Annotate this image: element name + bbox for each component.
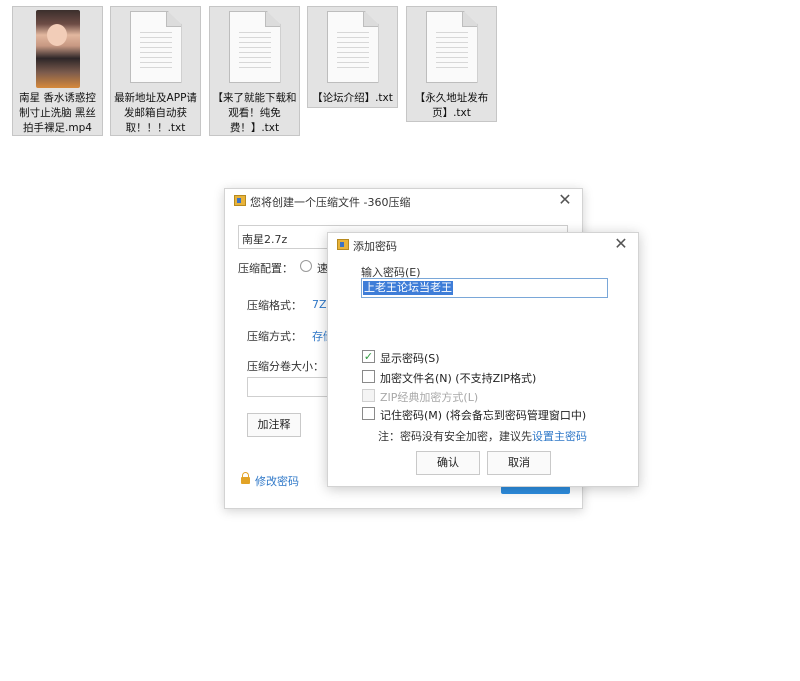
text-file-icon — [425, 11, 478, 83]
remember-password-checkbox[interactable] — [362, 407, 375, 420]
archive-app-icon — [234, 195, 246, 206]
compress-window-titlebar: 您将创建一个压缩文件 -360压缩 ✕ — [225, 189, 582, 213]
file-name: 【论坛介绍】.txt — [312, 92, 393, 104]
change-password-link[interactable]: 修改密码 — [255, 473, 299, 489]
file-name: 【来了就能下载和观看！纯免费！】.txt — [212, 92, 297, 134]
method-label: 压缩方式： — [247, 330, 302, 343]
file-name: 最新地址及APP请发邮箱自动获取！！！.txt — [114, 92, 197, 134]
file-video[interactable]: 南星 香水诱惑控制寸止洗脑 黑丝拍手裸足.mp4 — [12, 6, 103, 136]
lock-icon — [241, 472, 250, 484]
security-note-text: 注：密码没有安全加密，建议先 — [378, 430, 532, 443]
dialog-title: 添加密码 — [353, 240, 397, 253]
close-icon[interactable]: ✕ — [612, 235, 630, 253]
file-txt-3[interactable]: 【论坛介绍】.txt — [307, 6, 398, 108]
ok-button[interactable]: 确认 — [416, 451, 480, 475]
close-icon[interactable]: ✕ — [556, 191, 574, 209]
split-size-input[interactable] — [247, 377, 329, 397]
password-dialog-titlebar: 添加密码 ✕ — [328, 233, 638, 257]
split-label: 压缩分卷大小： — [247, 360, 324, 373]
file-txt-4[interactable]: 【永久地址发布页】.txt — [406, 6, 497, 122]
file-txt-2[interactable]: 【来了就能下载和观看！纯免费！】.txt — [209, 6, 300, 136]
text-file-icon — [228, 11, 281, 83]
show-password-checkbox[interactable]: ✓ — [362, 350, 375, 363]
video-thumbnail-icon — [35, 10, 80, 88]
password-input[interactable]: 上老王论坛当老王 — [361, 278, 608, 298]
encrypt-filename-label: 加密文件名(N) (不支持ZIP格式) — [380, 372, 537, 385]
config-label: 压缩配置： — [238, 262, 293, 275]
archive-filename-value: 南星2.7z — [242, 233, 288, 246]
add-comment-button[interactable]: 加注释 — [247, 413, 301, 437]
zip-classic-checkbox — [362, 389, 375, 402]
window-title: 您将创建一个压缩文件 -360压缩 — [250, 196, 411, 209]
remember-password-label: 记住密码(M) (将会备忘到密码管理窗口中) — [380, 409, 587, 422]
archive-app-icon — [337, 239, 349, 250]
config-radio[interactable] — [300, 260, 312, 272]
text-file-icon — [326, 11, 379, 83]
format-label: 压缩格式： — [247, 299, 302, 312]
file-name: 南星 香水诱惑控制寸止洗脑 黑丝拍手裸足.mp4 — [19, 92, 96, 134]
cancel-button[interactable]: 取消 — [487, 451, 551, 475]
set-master-password-link[interactable]: 设置主密码 — [532, 430, 587, 443]
format-value[interactable]: 7Z — [312, 298, 327, 311]
compress-now-button[interactable] — [501, 486, 570, 494]
zip-classic-label: ZIP经典加密方式(L) — [380, 391, 479, 404]
file-txt-1[interactable]: 最新地址及APP请发邮箱自动获取！！！.txt — [110, 6, 201, 136]
file-name: 【永久地址发布页】.txt — [414, 92, 489, 119]
encrypt-filename-checkbox[interactable] — [362, 370, 375, 383]
security-note: 注：密码没有安全加密，建议先设置主密码 — [378, 428, 587, 444]
show-password-label: 显示密码(S) — [380, 352, 440, 365]
text-file-icon — [129, 11, 182, 83]
password-value: 上老王论坛当老王 — [363, 281, 453, 295]
add-password-dialog: 添加密码 ✕ 输入密码(E) 上老王论坛当老王 ✓ 显示密码(S) 加密文件名(… — [327, 232, 639, 487]
